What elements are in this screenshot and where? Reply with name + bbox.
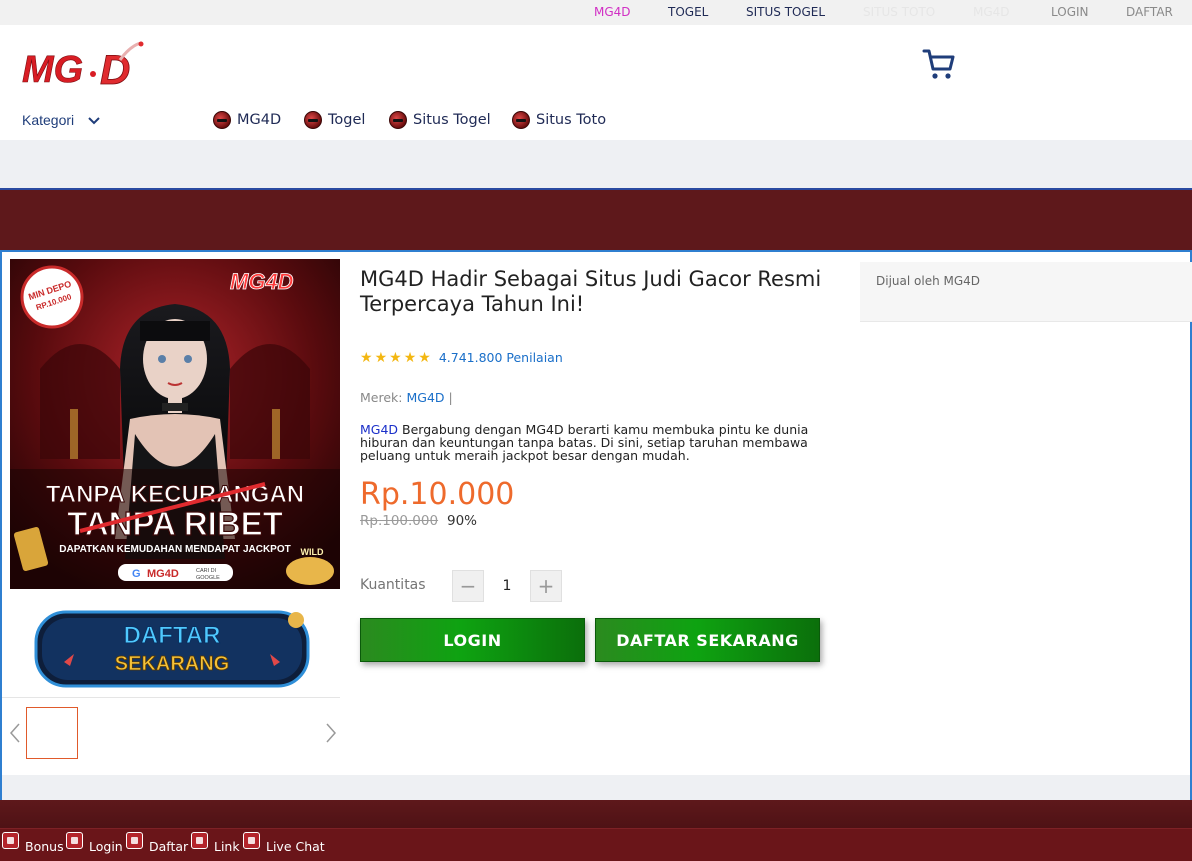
seller-box: Dijual oleh MG4D: [860, 262, 1192, 322]
daftar-sekarang-button[interactable]: DAFTAR SEKARANG: [595, 618, 820, 662]
bottom-nav-label: Login: [89, 839, 123, 854]
star-icon: ★: [374, 349, 388, 366]
rating[interactable]: ★ ★ ★ ★ ★ 4.741.800 Penilaian: [360, 350, 563, 365]
nav-item-mg4d[interactable]: MG4D: [213, 109, 281, 131]
svg-text:TANPA RIBET: TANPA RIBET: [67, 505, 283, 542]
grey-footer-band: [2, 775, 1190, 800]
mg4d-badge-icon: [389, 111, 407, 129]
bottom-nav-label: Link: [214, 839, 240, 854]
nav-item-situs-toto[interactable]: Situs Toto: [512, 109, 606, 131]
bottom-nav-label: Daftar: [149, 839, 189, 854]
top-bar: MG4D TOGEL SITUS TOGEL SITUS TOTO MG4D L…: [0, 0, 1192, 25]
quantity-value[interactable]: 1: [484, 570, 530, 602]
svg-text:TANPA KECURANGAN: TANPA KECURANGAN: [46, 481, 304, 508]
thumbnail[interactable]: [26, 707, 78, 759]
bottom-nav-label: Bonus: [25, 839, 64, 854]
top-link-mg4d[interactable]: MG4D: [594, 5, 631, 19]
maroon-band: [0, 188, 1192, 250]
brand-label: Merek:: [360, 390, 403, 405]
svg-text:CARI DI: CARI DI: [196, 568, 217, 574]
nav-item-label: Situs Togel: [413, 112, 491, 128]
quantity-stepper: − 1 +: [452, 570, 562, 602]
brand-link[interactable]: MG4D: [406, 390, 444, 405]
bottom-nav-link[interactable]: Link: [191, 832, 240, 854]
discount-percent: 90%: [447, 513, 478, 529]
bottom-nav-daftar[interactable]: Daftar: [126, 832, 189, 854]
cart-icon[interactable]: [922, 47, 956, 81]
nav-item-label: Togel: [328, 112, 366, 128]
nav-item-situs-togel[interactable]: Situs Togel: [389, 109, 491, 131]
star-icon: ★: [418, 349, 431, 366]
mg4d-badge-icon: [512, 111, 530, 129]
home-icon: [126, 832, 143, 849]
quantity-label: Kuantitas: [360, 577, 426, 593]
bottom-nav-login[interactable]: Login: [66, 832, 123, 854]
top-link-mg4d-2[interactable]: MG4D: [973, 5, 1010, 19]
star-icon: ★: [360, 349, 373, 366]
star-icon: ★: [389, 349, 402, 366]
daftar-sekarang-banner-button[interactable]: DAFTAR SEKARANG: [34, 610, 310, 688]
chevron-down-icon[interactable]: [88, 116, 100, 126]
top-link-daftar[interactable]: DAFTAR: [1126, 5, 1173, 19]
brand-separator: |: [448, 390, 453, 405]
svg-text:SEKARANG: SEKARANG: [115, 653, 229, 675]
top-link-login[interactable]: LOGIN: [1051, 5, 1089, 19]
mg4d-badge-icon: [213, 111, 231, 129]
quantity-decrease-button[interactable]: −: [452, 570, 484, 602]
original-price: Rp.100.000: [360, 513, 439, 529]
bottom-nav: Bonus Login Daftar Link Live Chat: [0, 828, 1192, 861]
bottom-nav-live-chat[interactable]: Live Chat: [243, 832, 325, 854]
top-link-togel[interactable]: TOGEL: [668, 5, 708, 19]
star-icon: ★: [403, 349, 417, 366]
chevron-left-icon[interactable]: [8, 722, 22, 744]
chat-icon: [243, 832, 260, 849]
product-description: MG4D Bergabung dengan MG4D berarti kamu …: [360, 423, 845, 462]
product-title: MG4D Hadir Sebagai Situs Judi Gacor Resm…: [360, 267, 822, 316]
svg-text:DAPATKAN KEMUDAHAN MENDAPAT JA: DAPATKAN KEMUDAHAN MENDAPAT JACKPOT: [59, 544, 290, 555]
svg-text:WILD: WILD: [301, 547, 324, 557]
quantity-increase-button[interactable]: +: [530, 570, 562, 602]
current-price: Rp.10.000: [360, 477, 515, 512]
nav-item-togel[interactable]: Togel: [304, 109, 365, 131]
nav-item-label: MG4D: [237, 112, 282, 128]
svg-text:MG: MG: [22, 49, 83, 91]
svg-text:GOOGLE: GOOGLE: [196, 575, 220, 581]
rating-count[interactable]: 4.741.800 Penilaian: [439, 350, 563, 365]
svg-text:MG4D: MG4D: [147, 568, 179, 580]
description-text: Bergabung dengan MG4D berarti kamu membu…: [360, 422, 809, 463]
header: MG D Kategori MG4D Togel Situs Togel Sit…: [0, 25, 1192, 140]
home-icon: [66, 832, 83, 849]
chevron-right-icon[interactable]: [324, 722, 338, 744]
svg-text:G: G: [132, 568, 141, 580]
kategori-dropdown[interactable]: Kategori: [22, 112, 74, 128]
login-button[interactable]: LOGIN: [360, 618, 585, 662]
seller-label: Dijual oleh MG4D: [876, 274, 981, 288]
bottom-nav-bonus[interactable]: Bonus: [2, 832, 64, 854]
gift-icon: [2, 832, 19, 849]
top-link-situs-togel[interactable]: SITUS TOGEL: [746, 5, 825, 19]
link-icon: [191, 832, 208, 849]
svg-text:DAFTAR: DAFTAR: [124, 622, 221, 649]
brand-line: Merek: MG4D |: [360, 390, 453, 405]
bottom-nav-label: Live Chat: [266, 839, 325, 854]
grey-band: [0, 140, 1192, 188]
nav-item-label: Situs Toto: [536, 112, 607, 128]
site-logo[interactable]: MG D: [22, 40, 147, 92]
top-link-situs-toto[interactable]: SITUS TOTO: [863, 5, 935, 19]
divider: [2, 697, 340, 698]
svg-text:MG4D: MG4D: [230, 269, 294, 294]
product-section: MIN DEPO RP.10.000 MG4D TANPA KECURANGAN…: [0, 250, 1192, 800]
product-banner-image[interactable]: MIN DEPO RP.10.000 MG4D TANPA KECURANGAN…: [10, 259, 340, 589]
mg4d-badge-icon: [304, 111, 322, 129]
